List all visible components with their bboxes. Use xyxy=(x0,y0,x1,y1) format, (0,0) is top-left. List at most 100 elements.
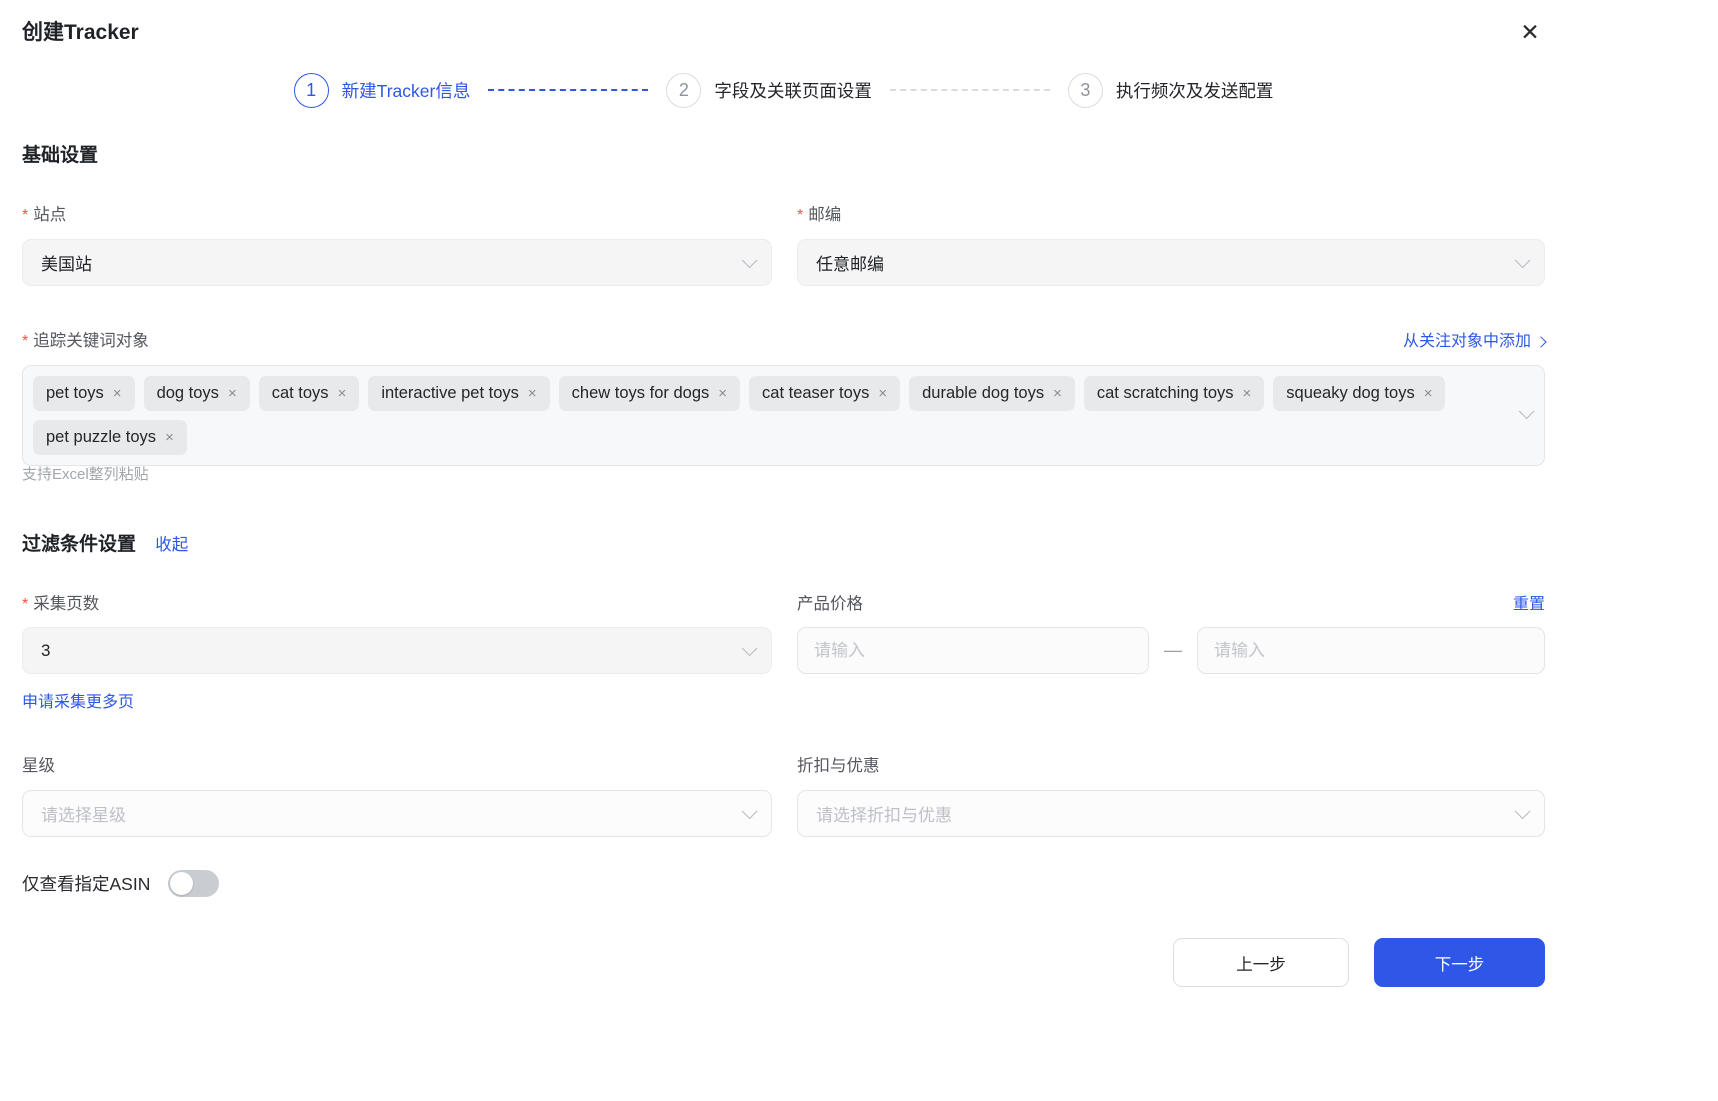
remove-tag-icon[interactable]: × xyxy=(228,386,237,401)
keywords-label-text: 追踪关键词对象 xyxy=(33,332,149,350)
zipcode-label-text: 邮编 xyxy=(808,206,842,224)
keyword-tag-label: cat teaser toys xyxy=(762,384,870,402)
rating-select-placeholder: 请选择星级 xyxy=(41,806,126,825)
remove-tag-icon[interactable]: × xyxy=(113,386,122,401)
price-range-wrap: — xyxy=(797,627,1545,674)
keyword-tag-label: squeaky dog toys xyxy=(1286,384,1415,402)
request-more-pages-link[interactable]: 申请采集更多页 xyxy=(22,688,134,712)
asin-toggle-knob xyxy=(170,872,194,895)
remove-tag-icon[interactable]: × xyxy=(528,386,537,401)
chevron-down-icon xyxy=(1514,252,1531,269)
step-connector-2 xyxy=(889,89,1050,91)
step-3-label: 执行频次及发送配置 xyxy=(1115,80,1274,101)
zipcode-select[interactable]: 任意邮编 xyxy=(797,239,1545,286)
range-separator: — xyxy=(1164,640,1182,660)
pages-select-wrap: 3 xyxy=(22,627,772,674)
site-select-wrap: 美国站 xyxy=(22,239,772,286)
price-reset-link[interactable]: 重置 xyxy=(1513,590,1545,614)
filter-settings-heading: 过滤条件设置 收起 xyxy=(22,529,188,556)
rating-select-wrap: 请选择星级 xyxy=(22,790,772,837)
dialog-footer: 上一步 下一步 xyxy=(22,938,1545,987)
price-min-input[interactable] xyxy=(797,627,1149,674)
site-label: * 站点 xyxy=(22,201,772,225)
pages-select[interactable]: 3 xyxy=(22,627,772,674)
filter-settings-heading-text: 过滤条件设置 xyxy=(22,534,137,555)
chevron-right-icon xyxy=(1535,336,1547,348)
keyword-tag-label: dog toys xyxy=(156,384,219,402)
remove-tag-icon[interactable]: × xyxy=(1424,386,1433,401)
step-2: 2 字段及关联页面设置 xyxy=(666,72,872,108)
zipcode-select-value: 任意邮编 xyxy=(816,255,884,274)
discount-field-label-row: 折扣与优惠 xyxy=(797,752,1545,776)
zipcode-select-wrap: 任意邮编 xyxy=(797,239,1545,286)
rating-select[interactable]: 请选择星级 xyxy=(22,790,772,837)
keyword-tag: pet toys × xyxy=(33,376,135,411)
discount-select-wrap: 请选择折扣与优惠 xyxy=(797,790,1545,837)
keyword-tag-label: durable dog toys xyxy=(922,384,1045,402)
pages-label-text: 采集页数 xyxy=(33,595,100,613)
pages-select-value: 3 xyxy=(41,640,51,660)
remove-tag-icon[interactable]: × xyxy=(338,386,347,401)
pages-field-label-row: * 采集页数 xyxy=(22,590,772,614)
price-field-label-row: 产品价格 重置 xyxy=(797,590,1545,614)
chevron-down-icon[interactable] xyxy=(1518,403,1535,419)
asin-toggle[interactable] xyxy=(168,870,220,897)
required-marker: * xyxy=(22,596,29,613)
step-3: 3 执行频次及发送配置 xyxy=(1067,72,1274,108)
keyword-tag: cat teaser toys × xyxy=(749,376,901,411)
remove-tag-icon[interactable]: × xyxy=(165,430,174,445)
site-label-text: 站点 xyxy=(33,206,67,224)
keyword-tag: cat toys × xyxy=(258,376,360,411)
stepper: 1 新建Tracker信息 2 字段及关联页面设置 3 执行频次及发送配置 xyxy=(22,68,1545,112)
keyword-tag: pet puzzle toys × xyxy=(33,420,187,455)
site-select[interactable]: 美国站 xyxy=(22,239,772,286)
step-1-number: 1 xyxy=(293,72,329,108)
keyword-tag: cat scratching toys × xyxy=(1083,376,1265,411)
remove-tag-icon[interactable]: × xyxy=(878,386,887,401)
close-icon[interactable]: ✕ xyxy=(1512,14,1548,50)
add-from-watchlist-link[interactable]: 从关注对象中添加 xyxy=(1402,327,1547,351)
rating-field-label-row: 星级 xyxy=(22,752,772,776)
discount-select[interactable]: 请选择折扣与优惠 xyxy=(797,790,1545,837)
excel-paste-hint: 支持Excel整列粘贴 xyxy=(22,466,149,483)
site-select-value: 美国站 xyxy=(41,255,92,274)
keyword-tag-label: pet puzzle toys xyxy=(46,428,157,446)
keywords-tag-input[interactable]: pet toys × dog toys × cat toys × interactiv… xyxy=(22,365,1545,466)
collapse-link[interactable]: 收起 xyxy=(155,536,188,554)
keyword-tag-label: pet toys xyxy=(46,384,104,402)
chevron-down-icon xyxy=(741,252,758,269)
keywords-label-row: * 追踪关键词对象 从关注对象中添加 xyxy=(22,327,1547,351)
step-2-number: 2 xyxy=(666,72,702,108)
price-label: 产品价格 xyxy=(797,595,863,613)
step-2-label: 字段及关联页面设置 xyxy=(714,80,872,101)
remove-tag-icon[interactable]: × xyxy=(1243,386,1252,401)
keyword-tag: squeaky dog toys × xyxy=(1273,376,1446,411)
prev-step-button[interactable]: 上一步 xyxy=(1173,938,1349,987)
create-tracker-dialog: 创建Tracker ✕ 1 新建Tracker信息 2 字段及关联页面设置 3 … xyxy=(0,0,1718,1101)
remove-tag-icon[interactable]: × xyxy=(1053,386,1062,401)
step-1-label: 新建Tracker信息 xyxy=(341,80,471,101)
required-marker: * xyxy=(22,207,29,224)
asin-toggle-label: 仅查看指定ASIN xyxy=(22,874,151,894)
step-1: 1 新建Tracker信息 xyxy=(293,72,471,108)
chevron-down-icon xyxy=(741,640,758,657)
keyword-tag-label: chew toys for dogs xyxy=(571,384,710,402)
discount-select-placeholder: 请选择折扣与优惠 xyxy=(816,806,952,825)
basic-settings-heading: 基础设置 xyxy=(22,145,99,166)
keyword-tag-label: interactive pet toys xyxy=(381,384,519,402)
keyword-tag: durable dog toys × xyxy=(909,376,1075,411)
asin-toggle-row: 仅查看指定ASIN xyxy=(22,870,220,897)
next-step-button[interactable]: 下一步 xyxy=(1374,938,1545,987)
price-max-input[interactable] xyxy=(1197,627,1545,674)
step-3-number: 3 xyxy=(1067,72,1103,108)
remove-tag-icon[interactable]: × xyxy=(718,386,727,401)
keywords-label: * 追踪关键词对象 xyxy=(22,327,149,351)
chevron-down-icon xyxy=(741,803,758,820)
rating-label: 星级 xyxy=(22,757,55,775)
chevron-down-icon xyxy=(1514,803,1531,820)
zipcode-field-label-row: * 邮编 xyxy=(797,201,1545,225)
pages-label: * 采集页数 xyxy=(22,590,772,614)
add-from-watchlist-label: 从关注对象中添加 xyxy=(1402,333,1531,350)
keyword-tag-label: cat scratching toys xyxy=(1096,384,1234,402)
keyword-tag: chew toys for dogs × xyxy=(558,376,741,411)
